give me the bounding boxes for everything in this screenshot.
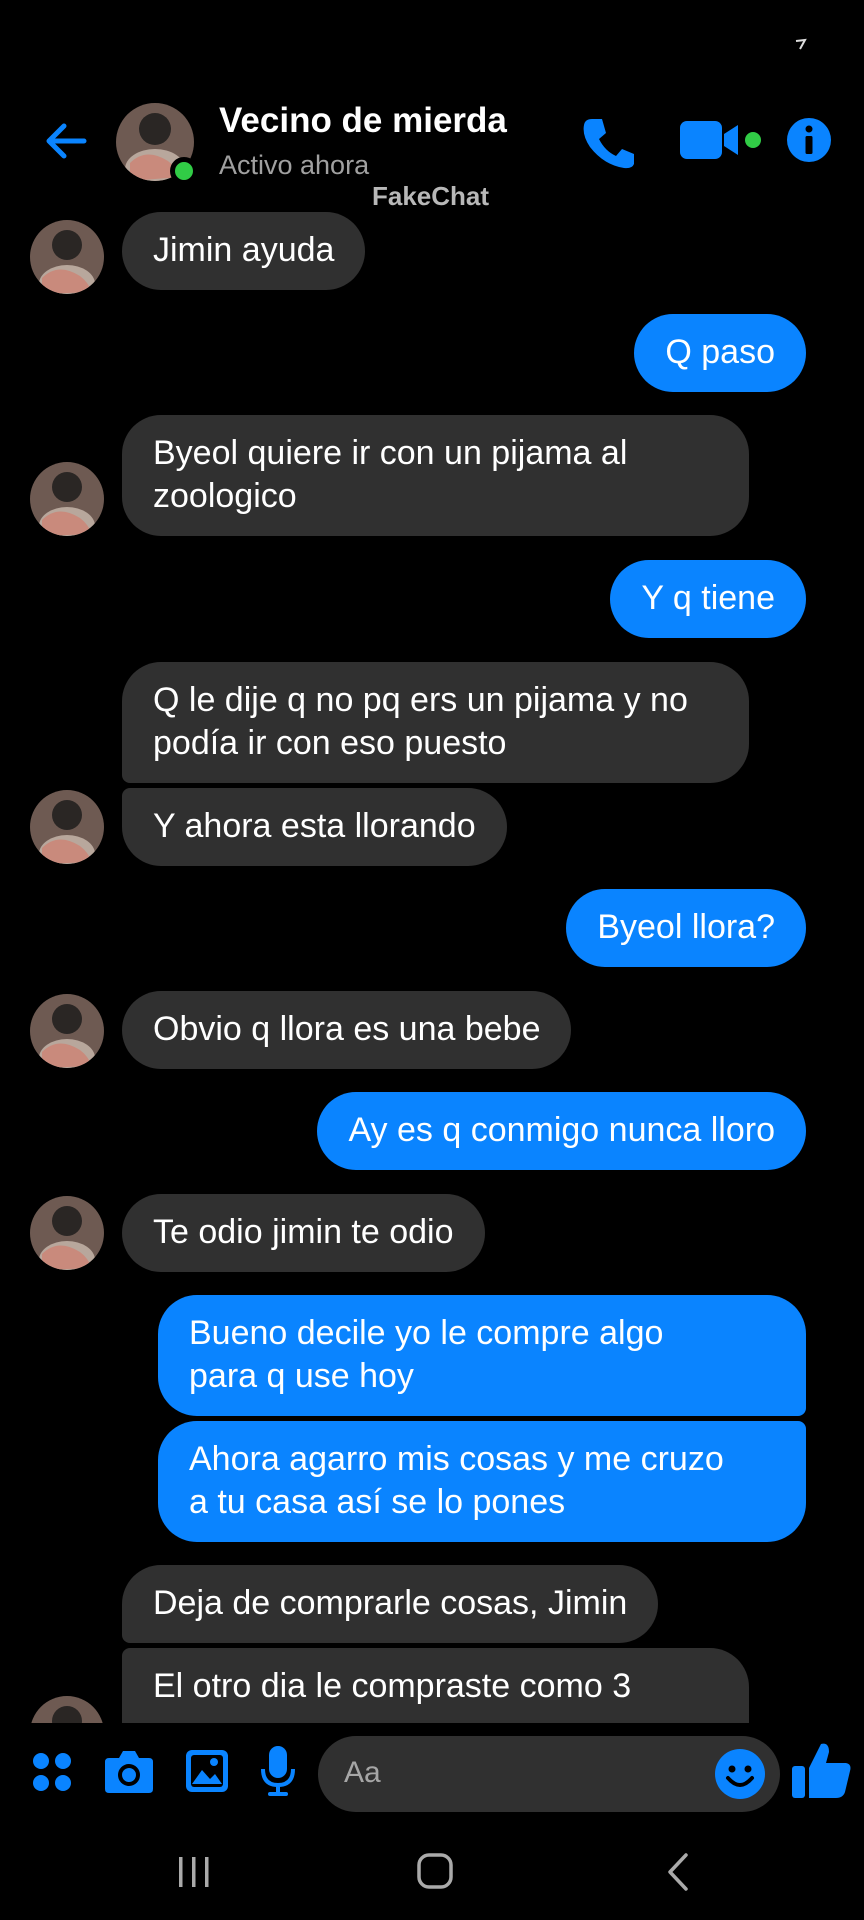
outgoing-message[interactable]: Y q tiene xyxy=(610,560,806,638)
incoming-message[interactable]: Deja de comprarle cosas, Jimin xyxy=(122,1565,659,1643)
message-input-placeholder: Aa xyxy=(344,1756,381,1789)
back-arrow-icon[interactable] xyxy=(40,115,92,167)
message-list[interactable]: Jimin ayuda Q paso Byeol quiere ir con u… xyxy=(0,200,864,1723)
incoming-message[interactable]: Byeol quiere ir con un pijama al zoologi… xyxy=(122,415,749,536)
message-line: zoologico xyxy=(153,477,297,515)
video-camera-icon[interactable] xyxy=(680,117,766,165)
contact-message-avatar[interactable] xyxy=(30,462,104,536)
contact-status: Activo ahora xyxy=(219,150,370,180)
image-icon[interactable] xyxy=(184,1748,230,1794)
incoming-message[interactable]: Obvio q llora es una bebe xyxy=(122,991,572,1069)
contact-avatar[interactable] xyxy=(116,103,198,189)
message-input[interactable]: Aa xyxy=(318,1736,780,1812)
incoming-message[interactable]: Te odio jimin te odio xyxy=(122,1194,485,1272)
message-line: podía ir con eso puesto xyxy=(153,724,507,762)
system-navigation-bar xyxy=(0,1830,864,1920)
incoming-message[interactable]: Jimin ayuda xyxy=(122,212,366,290)
message-line: El otro dia le compraste como 3 xyxy=(153,1667,632,1705)
apps-icon[interactable] xyxy=(32,1752,72,1792)
contact-message-avatar[interactable] xyxy=(30,220,104,294)
message-composer: Aa xyxy=(0,1724,864,1824)
message-line: para q use hoy xyxy=(189,1357,414,1395)
emoji-icon[interactable] xyxy=(714,1748,766,1800)
info-icon[interactable] xyxy=(786,117,832,163)
message-line: a tu casa así se lo pones xyxy=(189,1483,566,1521)
message-line: Byeol quiere ir con un pijama al xyxy=(153,434,628,472)
contact-message-avatar[interactable] xyxy=(30,1196,104,1270)
outgoing-message[interactable]: Byeol llora? xyxy=(566,889,806,967)
home-icon[interactable] xyxy=(416,1852,454,1890)
incoming-message[interactable]: Y ahora esta llorando xyxy=(122,788,507,866)
contact-message-avatar[interactable] xyxy=(30,1696,104,1723)
status-indicator-icon xyxy=(795,38,807,50)
online-status-dot xyxy=(170,157,198,185)
incoming-message[interactable]: El otro dia le compraste como 3 xyxy=(122,1648,749,1723)
message-line: Bueno decile yo le compre algo xyxy=(189,1314,664,1352)
outgoing-message[interactable]: Q paso xyxy=(634,314,806,392)
thumbs-up-icon[interactable] xyxy=(790,1738,854,1802)
camera-icon[interactable] xyxy=(104,1748,154,1794)
contact-name[interactable]: Vecino de mierda xyxy=(219,101,507,141)
back-icon[interactable] xyxy=(664,1852,692,1892)
message-line: Q le dije q no pq ers un pijama y no xyxy=(153,681,688,719)
contact-message-avatar[interactable] xyxy=(30,790,104,864)
message-line: Ahora agarro mis cosas y me cruzo xyxy=(189,1440,724,1478)
contact-message-avatar[interactable] xyxy=(30,994,104,1068)
phone-icon[interactable] xyxy=(578,113,638,173)
incoming-message[interactable]: Q le dije q no pq ers un pijama y no pod… xyxy=(122,662,749,783)
outgoing-message[interactable]: Ay es q conmigo nunca lloro xyxy=(317,1092,806,1170)
microphone-icon[interactable] xyxy=(260,1744,296,1798)
outgoing-message[interactable]: Bueno decile yo le compre algo para q us… xyxy=(158,1295,806,1416)
outgoing-message[interactable]: Ahora agarro mis cosas y me cruzo a tu c… xyxy=(158,1421,806,1542)
recents-icon[interactable] xyxy=(176,1854,212,1890)
chat-header: Vecino de mierda Activo ahora xyxy=(0,95,864,190)
